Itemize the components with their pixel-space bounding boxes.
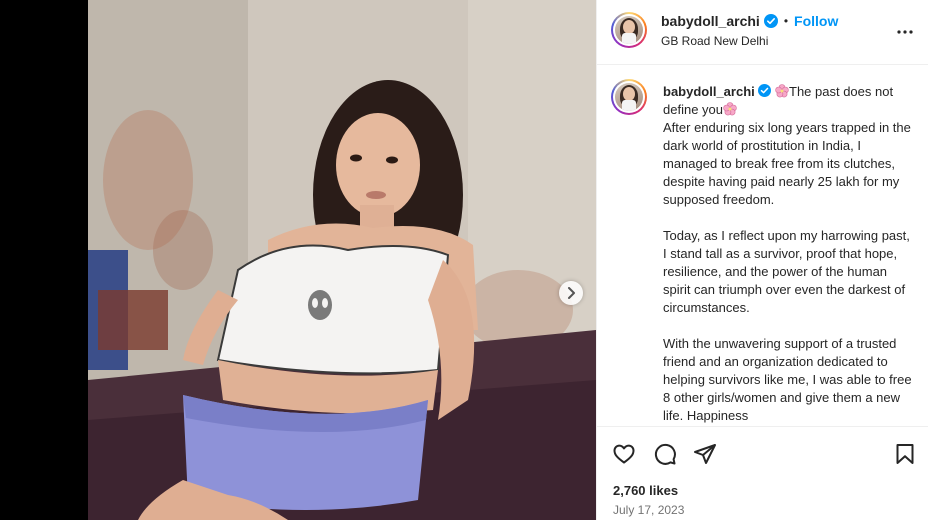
caption-paragraph-3: With the unwavering support of a trusted… xyxy=(663,336,916,423)
post-side-panel: babydoll_archi • Follow GB Road New Delh… xyxy=(596,0,928,520)
caption-text: babydoll_archi The past does not define … xyxy=(663,83,913,425)
avatar[interactable] xyxy=(611,12,647,48)
caption-paragraph-1: After enduring six long years trapped in… xyxy=(663,120,915,207)
heart-icon[interactable] xyxy=(612,442,636,466)
follow-button[interactable]: Follow xyxy=(794,13,838,29)
verified-badge-icon xyxy=(758,84,772,97)
post-date[interactable]: July 17, 2023 xyxy=(613,503,684,517)
post-photo-illustration xyxy=(88,0,596,520)
cherry-blossom-icon xyxy=(775,84,789,98)
caption-avatar[interactable] xyxy=(611,79,647,115)
header-username[interactable]: babydoll_archi xyxy=(661,13,760,29)
header-separator: • xyxy=(783,14,789,28)
comment-icon[interactable] xyxy=(653,442,677,466)
caption-username[interactable]: babydoll_archi xyxy=(663,84,755,99)
share-icon[interactable] xyxy=(693,442,717,466)
verified-badge-icon xyxy=(763,14,778,28)
more-options-icon[interactable] xyxy=(893,20,917,44)
post-photo[interactable] xyxy=(88,0,596,520)
post-header: babydoll_archi • Follow GB Road New Delh… xyxy=(597,0,928,65)
next-image-button[interactable] xyxy=(559,281,583,305)
action-bar xyxy=(597,427,928,479)
media-pane xyxy=(0,0,596,520)
caption-paragraph-2: Today, as I reflect upon my harrowing pa… xyxy=(663,228,914,315)
caption-area: babydoll_archi The past does not define … xyxy=(597,65,928,426)
bookmark-icon[interactable] xyxy=(893,442,917,466)
chevron-right-icon xyxy=(568,287,575,299)
cherry-blossom-icon xyxy=(723,102,737,116)
likes-count[interactable]: 2,760 likes xyxy=(613,483,678,498)
post-location[interactable]: GB Road New Delhi xyxy=(661,34,768,48)
